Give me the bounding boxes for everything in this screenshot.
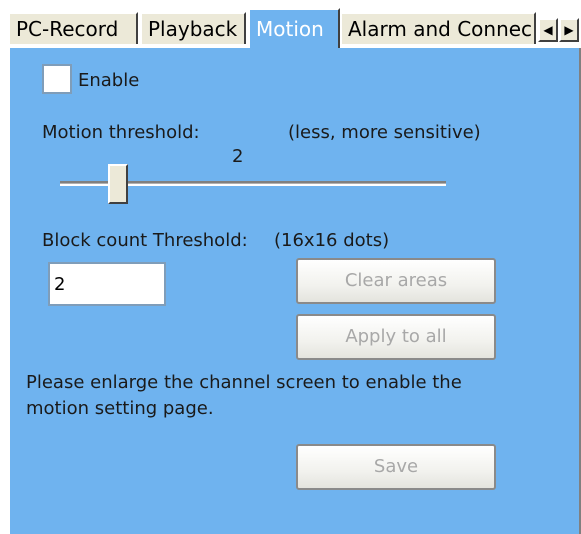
tab-pc-record[interactable]: PC-Record [8,12,138,44]
arrow-right-icon: ▶ [564,23,574,37]
tab-scroll-left-button[interactable]: ◀ [538,18,558,42]
tab-alarm-and-connection[interactable]: Alarm and Connec [340,12,536,44]
block-count-threshold-label: Block count Threshold: [42,230,248,251]
clear-areas-button[interactable]: Clear areas [296,258,496,304]
tab-motion[interactable]: Motion [248,8,340,48]
tab-playback[interactable]: Playback [140,12,246,44]
tab-scroll-right-button[interactable]: ▶ [559,18,579,42]
enlarge-message-line2: motion setting page. [26,398,214,419]
tab-label: Motion [256,17,324,41]
tab-label: PC-Record [16,17,119,41]
enable-label: Enable [78,70,140,91]
arrow-left-icon: ◀ [543,23,553,37]
block-count-threshold-hint: (16x16 dots) [274,230,390,251]
tab-strip: PC-Record Playback Motion Alarm and Conn… [0,0,581,48]
motion-panel: Enable Motion threshold: (less, more sen… [8,48,581,534]
enable-checkbox[interactable] [42,64,72,94]
enlarge-message-line1: Please enlarge the channel screen to ena… [26,372,462,393]
motion-threshold-hint: (less, more sensitive) [288,122,481,143]
motion-threshold-label: Motion threshold: [42,122,200,143]
motion-threshold-slider-thumb[interactable] [108,164,128,204]
apply-to-all-button[interactable]: Apply to all [296,314,496,360]
tab-label: Playback [148,17,238,41]
tab-label: Alarm and Connec [348,17,533,41]
motion-threshold-value: 2 [232,146,244,167]
save-button[interactable]: Save [296,444,496,490]
block-count-threshold-input[interactable] [48,262,166,306]
